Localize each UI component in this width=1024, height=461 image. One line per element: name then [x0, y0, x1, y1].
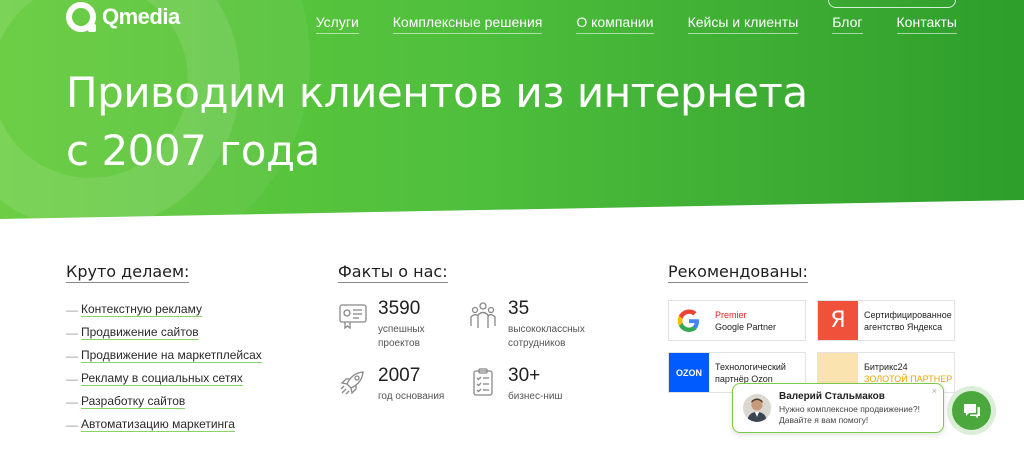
chat-message: Нужно комплексное продвижение?! Давайте …: [779, 404, 920, 426]
partner-card-line: ЗОЛОТОЙ ПАРТНЕР: [864, 373, 953, 384]
list-item: — Контекстную рекламу: [66, 298, 262, 321]
fact-niches: 30+ бизнес-ниш: [468, 365, 562, 404]
chat-agent-name: Валерий Стальмаков: [779, 390, 885, 402]
hero-banner: Qmedia Услуги Комплексные решения О комп…: [0, 0, 1024, 219]
service-link-smm[interactable]: Рекламу в социальных сетях: [81, 371, 243, 386]
partner-card-line: Технологический: [715, 361, 786, 372]
chat-popup[interactable]: Валерий Стальмаков Нужно комплексное про…: [732, 383, 944, 433]
service-link-web-dev[interactable]: Разработку сайтов: [81, 394, 186, 409]
partner-card-line: партнёр Ozon: [715, 373, 773, 384]
fact-staff: 35 высококлассных сотрудников: [468, 298, 585, 351]
service-link-context[interactable]: Контекстную рекламу: [81, 302, 202, 317]
fact-number: 2007: [378, 365, 421, 386]
dash-icon: —: [66, 371, 78, 386]
partner-card-text: Битрикс24 ЗОЛОТОЙ ПАРТНЕР: [864, 361, 952, 385]
partner-card-text: Premier Google Partner: [715, 309, 776, 333]
fact-text: 2007 год основания: [378, 365, 444, 404]
facts-heading: Факты о нас:: [338, 262, 448, 283]
partner-card-yandex[interactable]: Я Сертифицированное агентство Яндекса: [817, 300, 955, 341]
hero-title-line-2: с 2007 года: [66, 126, 320, 175]
partner-card-text: Технологический партнёр Ozon: [715, 361, 786, 385]
dash-icon: —: [66, 348, 78, 363]
dash-icon: —: [66, 325, 78, 340]
main-nav: Услуги Комплексные решения О компании Ке…: [315, 14, 957, 34]
team-icon: [470, 302, 496, 328]
callback-button[interactable]: [828, 0, 956, 8]
list-item: — Рекламу в социальных сетях: [66, 367, 262, 390]
list-item: — Автоматизацию маркетинга: [66, 413, 262, 436]
dash-icon: —: [66, 417, 78, 432]
nav-item-solutions[interactable]: Комплексные решения: [392, 14, 543, 34]
nav-item-about[interactable]: О компании: [576, 14, 654, 34]
logo-text: Qmedia: [102, 4, 180, 29]
nav-item-blog[interactable]: Блог: [832, 14, 863, 34]
dash-icon: —: [66, 302, 78, 317]
dash-icon: —: [66, 394, 78, 409]
fact-text: 35 высококлассных сотрудников: [508, 298, 585, 351]
fact-text: 3590 успешных проектов: [378, 298, 425, 351]
ozon-icon: OZON: [669, 353, 709, 392]
fact-text: 30+ бизнес-ниш: [508, 365, 562, 404]
google-icon: [669, 301, 709, 340]
list-item: — Продвижение сайтов: [66, 321, 262, 344]
fact-caption: успешных проектов: [378, 323, 425, 351]
fact-number: 3590: [378, 298, 421, 319]
fact-caption-line: высококлассных: [508, 324, 585, 335]
fact-caption: бизнес-ниш: [508, 391, 563, 402]
partner-card-line: Premier: [715, 309, 747, 320]
partner-card-line: Google Partner: [715, 321, 777, 332]
nav-item-contacts[interactable]: Контакты: [896, 14, 957, 34]
services-list: — Контекстную рекламу — Продвижение сайтов…: [66, 298, 262, 436]
service-link-marketplaces[interactable]: Продвижение на маркетплейсах: [81, 348, 262, 363]
partner-card-google[interactable]: Premier Google Partner: [668, 300, 806, 341]
logo[interactable]: Qmedia: [66, 2, 180, 32]
logo-icon: [66, 2, 96, 32]
services-heading: Круто делаем:: [66, 262, 190, 283]
chat-message-line: Нужно комплексное продвижение?!: [779, 403, 920, 414]
partner-card-line: Битрикс24: [864, 361, 908, 372]
fact-projects: 3590 успешных проектов: [338, 298, 425, 351]
fact-caption: высококлассных сотрудников: [508, 323, 585, 351]
avatar: [743, 394, 771, 422]
fact-caption-line: сотрудников: [508, 338, 566, 349]
hero-title: Приводим клиентов из интернета с 2007 го…: [66, 64, 808, 180]
rocket-icon: [340, 371, 364, 395]
service-link-seo[interactable]: Продвижение сайтов: [81, 325, 199, 340]
fact-founded: 2007 год основания: [338, 365, 444, 404]
nav-item-services[interactable]: Услуги: [315, 14, 359, 34]
list-item: — Продвижение на маркетплейсах: [66, 344, 262, 367]
ozon-logo-text: OZON: [676, 367, 702, 378]
chat-message-line: Давайте я вам помогу!: [779, 414, 869, 425]
fact-number: 35: [508, 298, 530, 319]
fact-number: 30+: [508, 365, 541, 386]
chat-text: Валерий Стальмаков Нужно комплексное про…: [779, 391, 920, 426]
chat-open-button[interactable]: [952, 391, 991, 430]
hero-title-line-1: Приводим клиентов из интернета: [66, 68, 808, 117]
certificate-icon: [339, 304, 367, 330]
partner-card-text: Сертифицированное агентство Яндекса: [864, 309, 952, 333]
partner-card-line: агентство Яндекса: [864, 321, 943, 332]
yandex-icon: Я: [818, 301, 858, 340]
service-link-automation[interactable]: Автоматизацию маркетинга: [81, 417, 235, 432]
nav-item-cases[interactable]: Кейсы и клиенты: [687, 14, 799, 34]
chat-bubble-icon: [963, 403, 980, 418]
close-icon[interactable]: ×: [932, 386, 937, 396]
recommended-heading: Рекомендованы:: [668, 262, 808, 283]
fact-caption-line: проектов: [378, 338, 420, 349]
fact-caption: год основания: [378, 391, 445, 402]
fact-caption-line: успешных: [378, 324, 425, 335]
checklist-icon: [473, 368, 493, 396]
partner-card-line: Сертифицированное: [864, 309, 952, 320]
list-item: — Разработку сайтов: [66, 390, 262, 413]
